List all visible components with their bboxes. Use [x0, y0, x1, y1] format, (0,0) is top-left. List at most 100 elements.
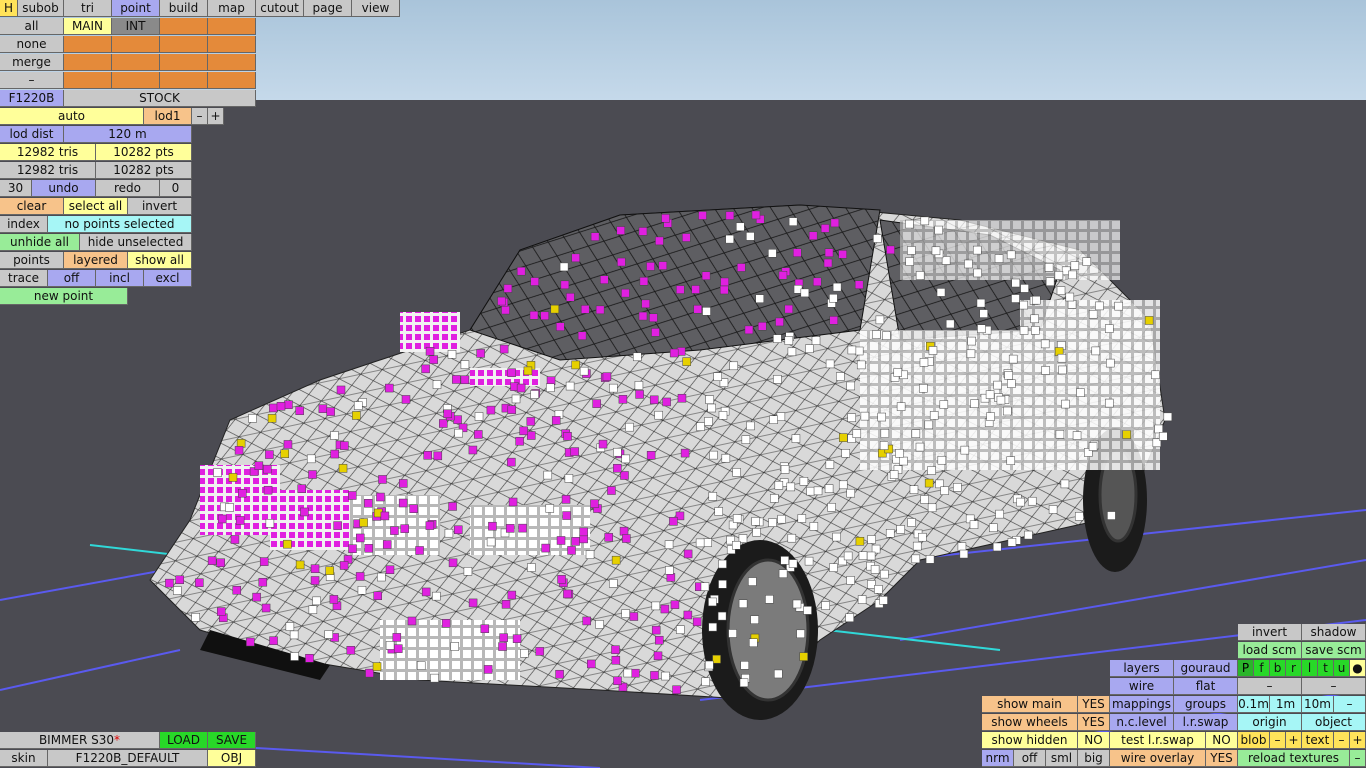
lod-auto-button[interactable]: auto — [0, 108, 144, 125]
invert-selection-button[interactable]: invert — [128, 198, 192, 215]
object-button[interactable]: object — [1302, 714, 1366, 731]
model-code[interactable]: F1220B — [0, 90, 64, 107]
points-mode-button[interactable]: points — [0, 252, 64, 269]
flag-f[interactable]: f — [1254, 660, 1270, 677]
invert-button[interactable]: invert — [1238, 624, 1302, 641]
layer-cell[interactable] — [160, 18, 208, 35]
layer-cell[interactable] — [112, 72, 160, 89]
scale-minus[interactable]: – — [1334, 696, 1366, 713]
tab-view[interactable]: view — [352, 0, 400, 17]
scale-1m[interactable]: 1m — [1270, 696, 1302, 713]
hide-unselected-button[interactable]: hide unselected — [80, 234, 192, 251]
show-wheels-value[interactable]: YES — [1078, 714, 1110, 731]
car-name[interactable]: BIMMER S30* — [0, 732, 160, 749]
lod-minus-button[interactable]: – — [192, 108, 208, 125]
shadow-button[interactable]: shadow — [1302, 624, 1366, 641]
layered-button[interactable]: layered — [64, 252, 128, 269]
reload-minus-button[interactable]: – — [1350, 750, 1366, 767]
flag-r[interactable]: r — [1286, 660, 1302, 677]
layer-cell[interactable] — [208, 18, 256, 35]
flag-dot-icon[interactable]: ● — [1350, 660, 1366, 677]
tab-build[interactable]: build — [160, 0, 208, 17]
show-main-value[interactable]: YES — [1078, 696, 1110, 713]
flag-u[interactable]: u — [1334, 660, 1350, 677]
layer-cell[interactable] — [112, 54, 160, 71]
show-main-button[interactable]: show main — [982, 696, 1078, 713]
trace-incl-button[interactable]: incl — [96, 270, 144, 287]
layer-cell[interactable] — [208, 36, 256, 53]
tab-point[interactable]: point — [112, 0, 160, 17]
blob-plus-button[interactable]: + — [1286, 732, 1302, 749]
tab-cutout[interactable]: cutout — [256, 0, 304, 17]
blob-button[interactable]: blob — [1238, 732, 1270, 749]
layer-cell[interactable] — [208, 72, 256, 89]
select-all-button[interactable]: select all — [64, 198, 128, 215]
layer-cell[interactable] — [64, 54, 112, 71]
select-none-button[interactable]: none — [0, 36, 64, 53]
layer-cell[interactable] — [160, 72, 208, 89]
groups-button[interactable]: groups — [1174, 696, 1238, 713]
model-variant[interactable]: STOCK — [64, 90, 256, 107]
clear-button[interactable]: clear — [0, 198, 64, 215]
scale-0-1m[interactable]: 0.1m — [1238, 696, 1270, 713]
lod-dist-value[interactable]: 120 m — [64, 126, 192, 143]
index-button[interactable]: index — [0, 216, 48, 233]
wire-button[interactable]: wire — [1110, 678, 1174, 695]
layer-cell[interactable] — [160, 54, 208, 71]
dash-button-1[interactable]: – — [1238, 678, 1302, 695]
test-lr-swap-value[interactable]: NO — [1206, 732, 1238, 749]
layer-cell[interactable] — [160, 36, 208, 53]
flag-t[interactable]: t — [1318, 660, 1334, 677]
wire-overlay-value[interactable]: YES — [1206, 750, 1238, 767]
layer-tab-int[interactable]: INT — [112, 18, 160, 35]
flag-b[interactable]: b — [1270, 660, 1286, 677]
tab-subob[interactable]: subob — [18, 0, 64, 17]
normal-mode-button[interactable]: nrm — [982, 750, 1014, 767]
text-plus-button[interactable]: + — [1350, 732, 1366, 749]
merge-button[interactable]: merge — [0, 54, 64, 71]
layer-cell[interactable] — [64, 72, 112, 89]
new-point-button[interactable]: new point — [0, 288, 128, 305]
reload-textures-button[interactable]: reload textures — [1238, 750, 1350, 767]
trace-off-button[interactable]: off — [48, 270, 96, 287]
flag-l[interactable]: l — [1302, 660, 1318, 677]
load-button[interactable]: LOAD — [160, 732, 208, 749]
flat-button[interactable]: flat — [1174, 678, 1238, 695]
nc-level-button[interactable]: n.c.level — [1110, 714, 1174, 731]
show-hidden-value[interactable]: NO — [1078, 732, 1110, 749]
help-button[interactable]: H — [0, 0, 18, 17]
wire-overlay-button[interactable]: wire overlay — [1110, 750, 1206, 767]
text-button[interactable]: text — [1302, 732, 1334, 749]
trace-button[interactable]: trace — [0, 270, 48, 287]
unhide-all-button[interactable]: unhide all — [0, 234, 80, 251]
dash-button[interactable]: – — [0, 72, 64, 89]
flag-p[interactable]: P — [1238, 660, 1254, 677]
redo-button[interactable]: redo — [96, 180, 160, 197]
layers-button[interactable]: layers — [1110, 660, 1174, 677]
off-mode-button[interactable]: off — [1014, 750, 1046, 767]
trace-excl-button[interactable]: excl — [144, 270, 192, 287]
blob-minus-button[interactable]: – — [1270, 732, 1286, 749]
test-lr-swap-button[interactable]: test l.r.swap — [1110, 732, 1206, 749]
select-all-layers-button[interactable]: all — [0, 18, 64, 35]
dash-button-2[interactable]: – — [1302, 678, 1366, 695]
save-button[interactable]: SAVE — [208, 732, 256, 749]
lr-swap-button[interactable]: l.r.swap — [1174, 714, 1238, 731]
obj-button[interactable]: OBJ — [208, 750, 256, 767]
lod-level[interactable]: lod1 — [144, 108, 192, 125]
text-minus-button[interactable]: – — [1334, 732, 1350, 749]
scale-10m[interactable]: 10m — [1302, 696, 1334, 713]
tab-tri[interactable]: tri — [64, 0, 112, 17]
big-mode-button[interactable]: big — [1078, 750, 1110, 767]
layer-cell[interactable] — [64, 36, 112, 53]
small-mode-button[interactable]: sml — [1046, 750, 1078, 767]
origin-button[interactable]: origin — [1238, 714, 1302, 731]
lod-plus-button[interactable]: + — [208, 108, 224, 125]
layer-cell[interactable] — [112, 36, 160, 53]
skin-selector[interactable]: F1220B_DEFAULT — [48, 750, 208, 767]
tab-page[interactable]: page — [304, 0, 352, 17]
mappings-button[interactable]: mappings — [1110, 696, 1174, 713]
show-all-button[interactable]: show all — [128, 252, 192, 269]
save-scm-button[interactable]: save scm — [1302, 642, 1366, 659]
layer-tab-main[interactable]: MAIN — [64, 18, 112, 35]
